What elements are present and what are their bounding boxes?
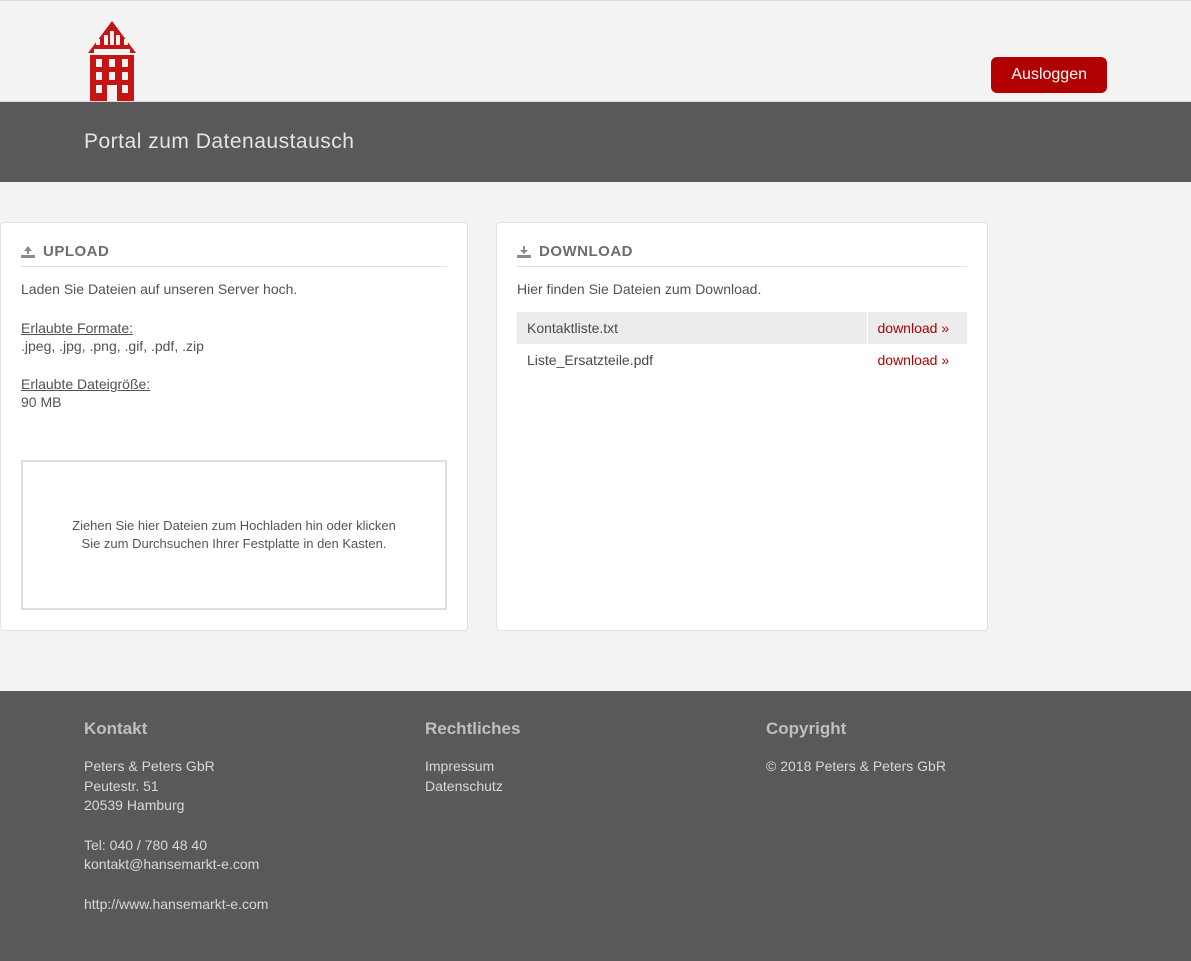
page-title: Portal zum Datenaustausch (84, 102, 1107, 182)
footer-copyright: Copyright © 2018 Peters & Peters GbR (766, 719, 1107, 915)
footer-company: Peters & Peters GbR (84, 757, 425, 777)
footer-copyright-text: © 2018 Peters & Peters GbR (766, 757, 1107, 777)
download-table: Kontaktliste.txtdownload »Liste_Ersatzte… (517, 312, 967, 376)
allowed-formats-value: .jpeg, .jpg, .png, .gif, .pdf, .zip (21, 338, 204, 354)
download-intro: Hier finden Sie Dateien zum Download. (517, 279, 967, 300)
table-row: Kontaktliste.txt download » (517, 312, 967, 344)
upload-dropzone[interactable]: Ziehen Sie hier Dateien zum Hochladen hi… (21, 460, 447, 610)
allowed-size-label: Erlaubte Dateigröße: (21, 376, 150, 392)
upload-heading-text: UPLOAD (43, 243, 109, 260)
header: Ausloggen (0, 0, 1191, 102)
titlebar: Portal zum Datenaustausch (0, 102, 1191, 182)
upload-icon (21, 246, 35, 258)
footer-contact-heading: Kontakt (84, 719, 425, 739)
footer-legal-heading: Rechtliches (425, 719, 766, 739)
download-link[interactable]: download » (878, 320, 950, 336)
dropzone-text: Ziehen Sie hier Dateien zum Hochladen hi… (23, 517, 445, 553)
main-content: UPLOAD Laden Sie Dateien auf unseren Ser… (0, 182, 1191, 691)
footer-legal: Rechtliches Impressum Datenschutz (425, 719, 766, 915)
footer: Kontakt Peters & Peters GbR Peutestr. 51… (0, 691, 1191, 961)
logo[interactable] (84, 1, 140, 101)
allowed-formats-label: Erlaubte Formate: (21, 320, 133, 336)
download-card: DOWNLOAD Hier finden Sie Dateien zum Dow… (496, 222, 988, 631)
datenschutz-link[interactable]: Datenschutz (425, 777, 766, 797)
download-link[interactable]: download » (878, 352, 950, 368)
impressum-link[interactable]: Impressum (425, 757, 766, 777)
upload-card: UPLOAD Laden Sie Dateien auf unseren Ser… (0, 222, 468, 631)
footer-street: Peutestr. 51 (84, 777, 425, 797)
upload-heading: UPLOAD (21, 243, 447, 267)
logout-button[interactable]: Ausloggen (991, 57, 1107, 93)
table-row: Liste_Ersatzteile.pdf download » (517, 344, 967, 376)
footer-copyright-heading: Copyright (766, 719, 1107, 739)
footer-contact: Kontakt Peters & Peters GbR Peutestr. 51… (84, 719, 425, 915)
file-name: Liste_Ersatzteile.pdf (517, 344, 867, 376)
file-name: Kontaktliste.txt (517, 312, 867, 344)
footer-city: 20539 Hamburg (84, 796, 425, 816)
footer-email-link[interactable]: kontakt@hansemarkt-e.com (84, 855, 425, 875)
allowed-size-value: 90 MB (21, 394, 61, 410)
upload-intro: Laden Sie Dateien auf unseren Server hoc… (21, 279, 447, 300)
download-heading: DOWNLOAD (517, 243, 967, 267)
download-heading-text: DOWNLOAD (539, 243, 633, 260)
download-icon (517, 246, 531, 258)
footer-website-link[interactable]: http://www.hansemarkt-e.com (84, 895, 425, 915)
building-logo-icon (84, 21, 140, 101)
footer-tel: Tel: 040 / 780 48 40 (84, 836, 425, 856)
